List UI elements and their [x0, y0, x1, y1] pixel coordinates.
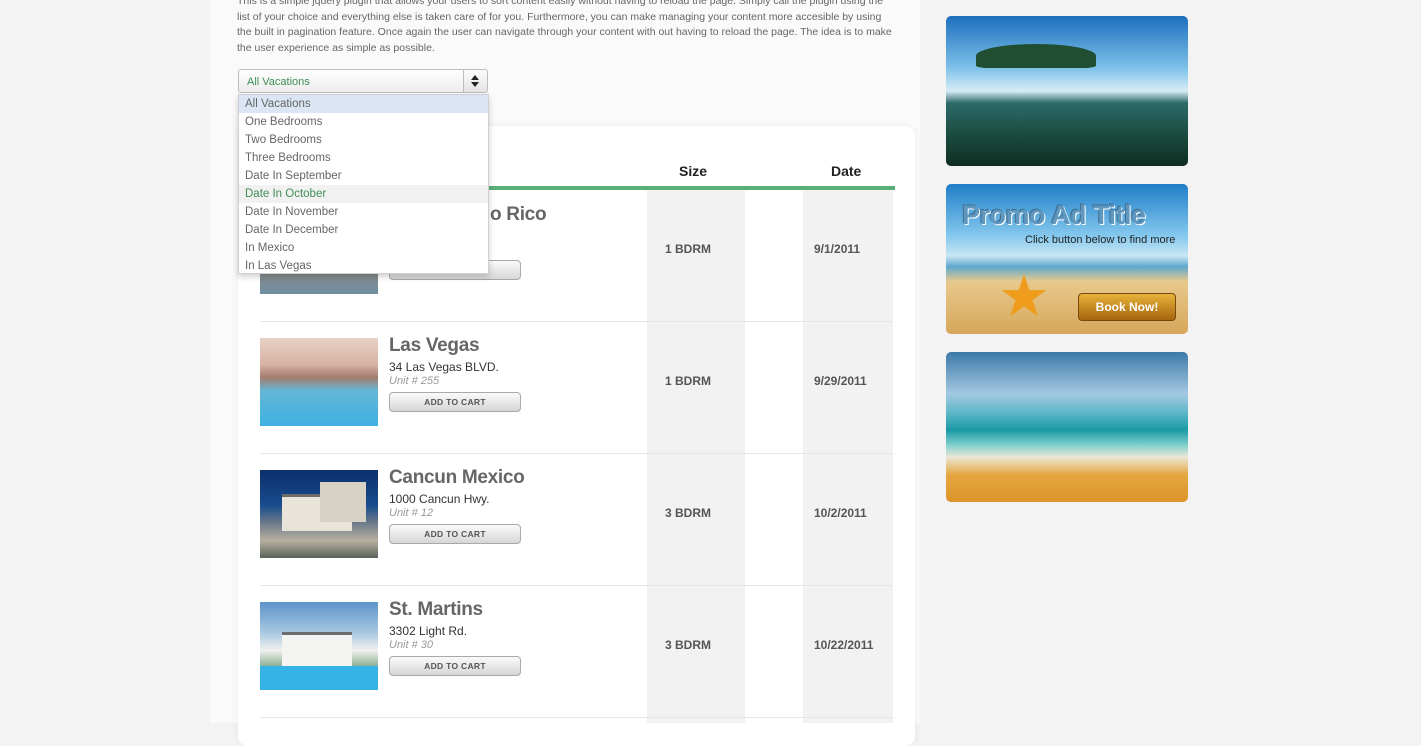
add-to-cart-button[interactable]: ADD TO CART — [389, 524, 521, 544]
option-date-november[interactable]: Date In November — [239, 203, 488, 221]
table-row: St. Martins 3302 Light Rd. Unit # 30 ADD… — [260, 586, 893, 718]
listing-size: 1 BDRM — [665, 242, 712, 256]
listing-thumbnail[interactable] — [260, 470, 378, 558]
option-date-december[interactable]: Date In December — [239, 221, 488, 239]
row-divider — [260, 717, 893, 718]
listing-title[interactable]: St. Martins — [389, 599, 483, 621]
listing-unit: Unit # 12 — [389, 507, 434, 519]
option-one-bedrooms[interactable]: One Bedrooms — [239, 113, 488, 131]
listing-date: 10/2/2011 — [814, 506, 867, 520]
book-now-button[interactable]: Book Now! — [1078, 293, 1176, 321]
listing-size: 3 BDRM — [665, 506, 712, 520]
up-down-arrows-icon[interactable] — [463, 70, 487, 92]
table-row: Las Vegas 34 Las Vegas BLVD. Unit # 255 … — [260, 322, 893, 454]
vacation-filter-select[interactable]: All Vacations — [238, 69, 488, 93]
listing-title[interactable]: Cancun Mexico — [389, 467, 525, 489]
listing-address: 1000 Cancun Hwy. — [389, 492, 490, 506]
intro-text: This is a simple jquery plugin that allo… — [237, 0, 892, 54]
listing-thumbnail[interactable] — [260, 338, 378, 426]
filter-dropdown-list[interactable]: All Vacations One Bedrooms Two Bedrooms … — [238, 94, 489, 274]
add-to-cart-button[interactable]: ADD TO CART — [389, 656, 521, 676]
listing-unit: Unit # 30 — [389, 639, 434, 651]
option-date-october[interactable]: Date In October — [239, 185, 488, 203]
promo-ad-subtitle: Click button below to find more — [1025, 234, 1176, 246]
size-header[interactable]: Size — [679, 163, 707, 179]
beach-ad-image[interactable] — [946, 352, 1188, 502]
listing-date: 9/1/2011 — [814, 242, 861, 256]
option-all-vacations[interactable]: All Vacations — [239, 95, 488, 113]
listing-size: 1 BDRM — [665, 374, 712, 388]
option-two-bedrooms[interactable]: Two Bedrooms — [239, 131, 488, 149]
listing-thumbnail[interactable] — [260, 602, 378, 690]
promo-ad-title: Promo Ad Title — [962, 200, 1146, 230]
add-to-cart-button[interactable]: ADD TO CART — [389, 392, 521, 412]
listing-date: 9/29/2011 — [814, 374, 867, 388]
option-in-mexico[interactable]: In Mexico — [239, 239, 488, 257]
listing-unit: Unit # 255 — [389, 375, 440, 387]
table-row: Cancun Mexico 1000 Cancun Hwy. Unit # 12… — [260, 454, 893, 586]
option-in-las-vegas[interactable]: In Las Vegas — [239, 257, 488, 275]
option-three-bedrooms[interactable]: Three Bedrooms — [239, 149, 488, 167]
listing-address: 3302 Light Rd. — [389, 624, 468, 638]
option-date-september[interactable]: Date In September — [239, 167, 488, 185]
listing-size: 3 BDRM — [665, 638, 712, 652]
listing-date: 10/22/2011 — [814, 638, 874, 652]
island-ad-image[interactable] — [946, 16, 1188, 166]
promo-ad[interactable]: Promo Ad Title Click button below to fin… — [946, 184, 1188, 334]
listing-address: 34 Las Vegas BLVD. — [389, 360, 499, 374]
date-header[interactable]: Date — [831, 163, 861, 179]
select-value: All Vacations — [247, 76, 310, 88]
starfish-icon: ★ — [998, 264, 1050, 329]
listing-title[interactable]: Las Vegas — [389, 335, 480, 357]
listing-title[interactable]: o Rico — [490, 204, 547, 226]
